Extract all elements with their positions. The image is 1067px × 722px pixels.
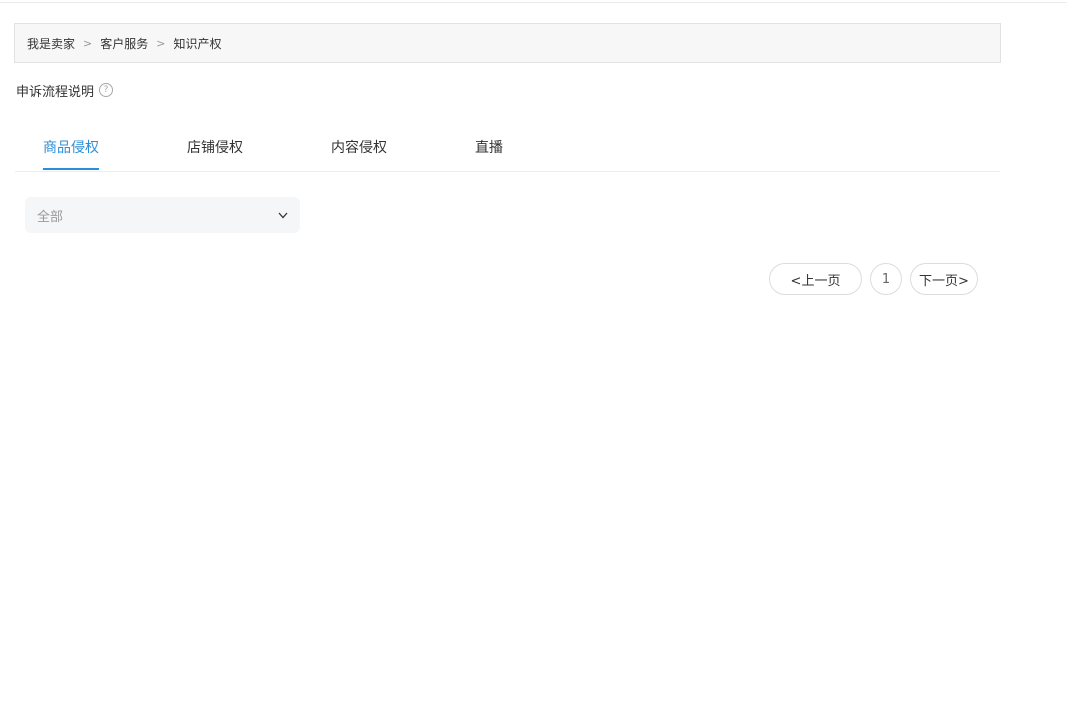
appeal-process-row: 申诉流程说明 ?: [16, 80, 114, 100]
appeal-process-label: 申诉流程说明: [16, 84, 95, 100]
page-number-button[interactable]: 1: [870, 263, 902, 295]
chevron-down-icon: [278, 212, 288, 219]
tab-content-infringement[interactable]: 内容侵权: [331, 136, 387, 170]
category-select-value: 全部: [37, 209, 64, 225]
tab-live-stream[interactable]: 直播: [475, 136, 503, 170]
next-page-button[interactable]: 下一页>: [910, 263, 978, 295]
tab-store-infringement[interactable]: 店铺侵权: [187, 136, 243, 170]
top-divider: [0, 2, 1067, 3]
breadcrumb-separator: >: [156, 36, 166, 50]
breadcrumb-item-customer-service[interactable]: 客户服务: [100, 35, 148, 52]
breadcrumb-item-seller[interactable]: 我是卖家: [27, 35, 75, 52]
page: 我是卖家 > 客户服务 > 知识产权 申诉流程说明 ? 商品侵权 店铺侵权 内容…: [0, 0, 1067, 722]
tab-product-infringement[interactable]: 商品侵权: [43, 136, 99, 170]
breadcrumb-item-ip: 知识产权: [173, 36, 222, 51]
tab-bar: 商品侵权 店铺侵权 内容侵权 直播: [15, 126, 1000, 172]
prev-page-button[interactable]: <上一页: [769, 263, 862, 295]
breadcrumb-separator: >: [83, 36, 93, 50]
question-circle-icon[interactable]: ?: [99, 83, 114, 97]
category-select[interactable]: 全部: [25, 197, 300, 233]
breadcrumb: 我是卖家 > 客户服务 > 知识产权: [14, 23, 1001, 63]
